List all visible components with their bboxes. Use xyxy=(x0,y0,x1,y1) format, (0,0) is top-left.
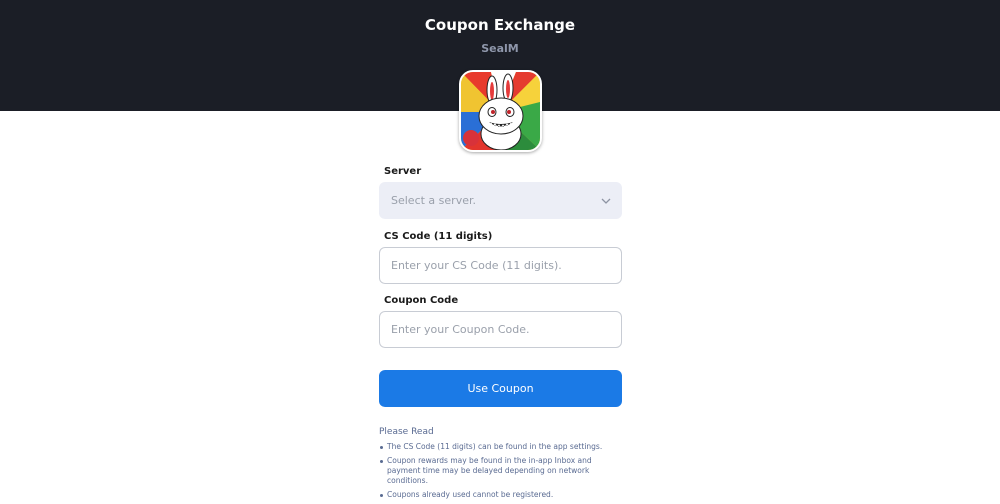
note-item: Coupons already used cannot be registere… xyxy=(379,490,622,500)
notes-list: The CS Code (11 digits) can be found in … xyxy=(379,442,622,504)
server-select-value: Select a server. xyxy=(391,194,476,207)
game-app-icon xyxy=(459,70,542,152)
server-select[interactable]: Select a server. xyxy=(379,182,622,219)
cs-code-label: CS Code (11 digits) xyxy=(384,231,493,242)
game-name: SealM xyxy=(481,42,519,55)
cs-code-field[interactable] xyxy=(379,247,622,284)
server-label: Server xyxy=(384,166,422,177)
use-coupon-button[interactable]: Use Coupon xyxy=(379,370,622,407)
cs-code-input[interactable] xyxy=(391,259,621,272)
coupon-code-label: Coupon Code xyxy=(384,295,459,306)
page-title: Coupon Exchange xyxy=(424,16,576,34)
coupon-code-field[interactable] xyxy=(379,311,622,348)
note-item: The CS Code (11 digits) can be found in … xyxy=(379,442,622,452)
note-item: Coupon rewards may be found in the in-ap… xyxy=(379,456,622,486)
coupon-code-input[interactable] xyxy=(391,323,621,336)
notes-title: Please Read xyxy=(379,427,434,437)
chevron-down-icon xyxy=(601,198,611,204)
